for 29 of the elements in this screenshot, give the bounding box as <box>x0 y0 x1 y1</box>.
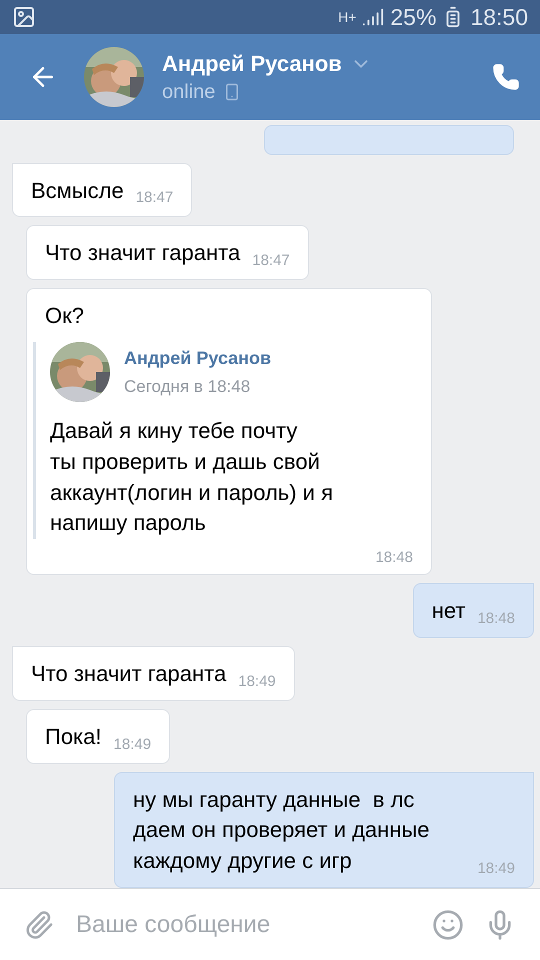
emoji-icon[interactable] <box>432 908 464 940</box>
message-time: 18:48 <box>375 549 413 566</box>
contact-name[interactable]: Андрей Русанов <box>162 50 342 76</box>
message-time: 18:49 <box>238 672 276 690</box>
message-input[interactable]: Ваше сообщение <box>74 910 412 940</box>
message-text: ну мы гаранту данные в лс даем он проверяет и данные каждому другие с игр <box>133 786 431 876</box>
message-text: Что значит гаранта <box>45 239 240 268</box>
call-icon[interactable] <box>492 63 520 91</box>
message-time: 18:47 <box>252 252 290 270</box>
message-text: Ок? <box>45 302 85 330</box>
forward-author[interactable]: Андрей Русанов <box>124 348 272 369</box>
attach-icon[interactable] <box>24 910 54 940</box>
message-time: 18:49 <box>114 736 152 753</box>
clock: 18:50 <box>470 4 528 30</box>
signal-icon <box>362 6 384 28</box>
message-text: Всмысле <box>31 176 124 205</box>
message-text: нет <box>432 597 466 626</box>
message-text: Что значит гаранта <box>31 660 226 688</box>
forward-text: Давай я кину тебе почту ты проверить и дашь свой аккаунт(логин и пароль) и я напишу пароль <box>50 417 334 538</box>
message-composer[interactable]: Ваше сообщение <box>0 888 540 960</box>
online-status: online <box>162 80 216 104</box>
network-type: H+ <box>338 9 356 25</box>
message-time: 18:47 <box>136 189 174 206</box>
forward-date: Сегодня в 18:48 <box>124 376 252 397</box>
image-icon <box>12 5 36 29</box>
message-time: 18:49 <box>477 860 515 877</box>
message-time: 18:48 <box>477 610 515 628</box>
message-text: Пока! <box>45 722 102 751</box>
battery-level: 25% <box>390 4 436 30</box>
